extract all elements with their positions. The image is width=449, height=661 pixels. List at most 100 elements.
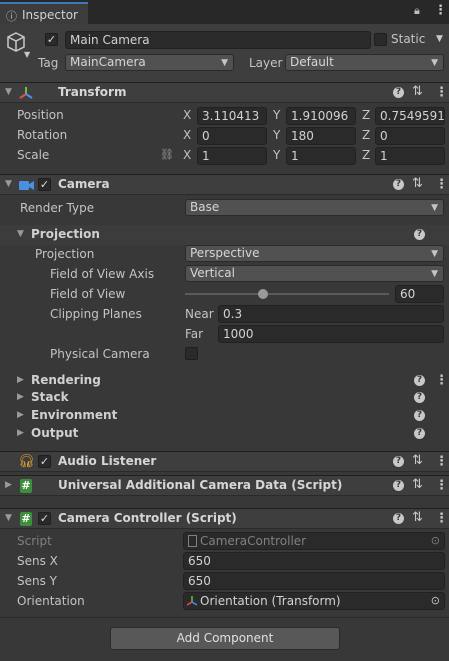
transform-header[interactable]: ▼ Transform ? ⇅ ⋮ bbox=[0, 82, 449, 103]
far-field[interactable]: 1000 bbox=[218, 325, 444, 343]
position-x-label[interactable]: X bbox=[183, 108, 191, 122]
expand-arrow-icon[interactable]: ▼ bbox=[5, 87, 12, 97]
component-menu-icon[interactable]: ⋮ bbox=[435, 479, 448, 492]
sens-x-field[interactable]: 650 bbox=[183, 552, 445, 570]
position-z-field[interactable]: 0.7549591 bbox=[375, 107, 445, 125]
static-checkbox[interactable] bbox=[374, 33, 387, 46]
component-menu-icon[interactable]: ⋮ bbox=[435, 178, 448, 191]
expand-arrow-icon[interactable]: ▼ bbox=[5, 513, 12, 523]
rotation-x-label[interactable]: X bbox=[183, 128, 191, 142]
help-icon[interactable]: ? bbox=[414, 392, 425, 403]
physical-camera-checkbox[interactable] bbox=[185, 347, 198, 360]
rotation-x-field[interactable]: 0 bbox=[197, 127, 267, 145]
near-field[interactable]: 0.3 bbox=[218, 305, 444, 323]
expand-arrow-icon[interactable]: ▼ bbox=[17, 229, 24, 239]
help-icon[interactable]: ? bbox=[393, 480, 404, 491]
environment-section-title: Environment bbox=[31, 408, 118, 422]
position-y-field[interactable]: 1.910096 bbox=[286, 107, 356, 125]
fov-field[interactable]: 60 bbox=[395, 285, 444, 303]
fov-slider-thumb[interactable] bbox=[257, 289, 268, 299]
tab-inspector[interactable]: ⓘ Inspector bbox=[0, 2, 88, 24]
position-label: Position bbox=[17, 108, 64, 122]
render-type-dropdown[interactable]: Base ▼ bbox=[185, 199, 444, 216]
projection-section-title: Projection bbox=[31, 227, 100, 241]
tab-menu-icon[interactable]: ⋮ bbox=[434, 4, 447, 17]
lock-icon[interactable]: 🔒︎ bbox=[414, 4, 420, 18]
presets-icon[interactable]: ⇅ bbox=[412, 511, 423, 524]
scale-z-field[interactable]: 1 bbox=[375, 147, 445, 165]
icon-dropdown-arrow-icon[interactable]: ▼ bbox=[24, 50, 30, 59]
component-menu-icon[interactable]: ⋮ bbox=[435, 455, 448, 468]
help-icon[interactable]: ? bbox=[393, 87, 404, 98]
urp-camera-data-title: Universal Additional Camera Data (Script… bbox=[58, 478, 343, 492]
presets-icon[interactable]: ⇅ bbox=[412, 454, 423, 467]
script-file-icon bbox=[188, 535, 197, 547]
near-label: Near bbox=[185, 307, 214, 321]
collapsed-arrow-icon[interactable]: ▶ bbox=[17, 392, 24, 402]
component-menu-icon[interactable]: ⋮ bbox=[435, 86, 448, 99]
camera-enabled-checkbox[interactable]: ✓ bbox=[38, 178, 51, 191]
audio-listener-checkbox[interactable]: ✓ bbox=[38, 455, 51, 468]
link-scale-icon[interactable]: ⛓ bbox=[160, 148, 174, 161]
section-menu-icon[interactable]: ⋮ bbox=[435, 374, 448, 387]
sens-y-field[interactable]: 650 bbox=[183, 572, 445, 590]
urp-camera-data-header[interactable]: ▶ # Universal Additional Camera Data (Sc… bbox=[0, 475, 449, 496]
object-name-field[interactable]: Main Camera bbox=[65, 31, 371, 49]
help-icon[interactable]: ? bbox=[393, 179, 404, 190]
help-icon[interactable]: ? bbox=[393, 513, 404, 524]
component-menu-icon[interactable]: ⋮ bbox=[435, 512, 448, 525]
projection-value: Perspective bbox=[190, 246, 260, 260]
fov-label: Field of View bbox=[50, 287, 126, 301]
tag-dropdown[interactable]: MainCamera ▼ bbox=[65, 54, 234, 71]
output-section-header[interactable]: ▶ Output ? bbox=[0, 425, 449, 443]
projection-section-header[interactable]: ▼ Projection ? bbox=[0, 225, 449, 245]
help-icon[interactable]: ? bbox=[414, 428, 425, 439]
rotation-y-field[interactable]: 180 bbox=[286, 127, 356, 145]
active-checkbox[interactable]: ✓ bbox=[45, 33, 58, 46]
help-icon[interactable]: ? bbox=[414, 229, 425, 240]
static-dropdown-icon[interactable]: ▼ bbox=[436, 34, 443, 44]
layer-dropdown[interactable]: Default ▼ bbox=[285, 54, 444, 71]
position-z-label[interactable]: Z bbox=[362, 108, 370, 122]
orientation-value: Orientation (Transform) bbox=[200, 594, 341, 608]
camera-controller-header[interactable]: ▼ # ✓ Camera Controller (Script) ? ⇅ ⋮ bbox=[0, 508, 449, 529]
chevron-down-icon: ▼ bbox=[431, 203, 438, 213]
presets-icon[interactable]: ⇅ bbox=[412, 85, 423, 98]
rotation-z-field[interactable]: 0 bbox=[375, 127, 445, 145]
orientation-field[interactable]: Orientation (Transform) ⊙ bbox=[183, 592, 445, 610]
expand-arrow-icon[interactable]: ▼ bbox=[5, 179, 12, 189]
fov-slider-track[interactable] bbox=[185, 293, 389, 295]
rotation-y-label[interactable]: Y bbox=[273, 128, 280, 142]
presets-icon[interactable]: ⇅ bbox=[412, 478, 423, 491]
collapsed-arrow-icon[interactable]: ▶ bbox=[17, 428, 24, 438]
expand-arrow-icon[interactable]: ▶ bbox=[5, 480, 12, 490]
rendering-section-header[interactable]: ▶ Rendering ? ⋮ bbox=[0, 371, 449, 391]
scale-x-field[interactable]: 1 bbox=[197, 147, 267, 165]
audio-listener-header[interactable]: 🎧︎ ✓ Audio Listener ? ⇅ ⋮ bbox=[0, 451, 449, 472]
scale-y-label[interactable]: Y bbox=[273, 148, 280, 162]
rotation-label: Rotation bbox=[17, 128, 68, 142]
camera-controller-checkbox[interactable]: ✓ bbox=[38, 512, 51, 525]
collapsed-arrow-icon[interactable]: ▶ bbox=[17, 410, 24, 420]
object-picker-icon[interactable]: ⊙ bbox=[431, 593, 440, 609]
collapsed-arrow-icon[interactable]: ▶ bbox=[17, 375, 24, 385]
scale-y-field[interactable]: 1 bbox=[286, 147, 356, 165]
rotation-z-label[interactable]: Z bbox=[362, 128, 370, 142]
stack-section-header[interactable]: ▶ Stack ? bbox=[0, 389, 449, 407]
environment-section-header[interactable]: ▶ Environment ? bbox=[0, 407, 449, 425]
position-x-field[interactable]: 3.110413 bbox=[197, 107, 267, 125]
projection-dropdown[interactable]: Perspective ▼ bbox=[185, 245, 444, 262]
add-component-button[interactable]: Add Component bbox=[110, 627, 340, 650]
camera-header[interactable]: ▼ ✓ Camera ? ⇅ ⋮ bbox=[0, 174, 449, 195]
help-icon[interactable]: ? bbox=[393, 456, 404, 467]
fov-axis-label: Field of View Axis bbox=[50, 267, 155, 281]
presets-icon[interactable]: ⇅ bbox=[412, 177, 423, 190]
position-y-label[interactable]: Y bbox=[273, 108, 280, 122]
fov-axis-dropdown[interactable]: Vertical ▼ bbox=[185, 265, 444, 282]
scale-x-label[interactable]: X bbox=[183, 148, 191, 162]
scale-z-label[interactable]: Z bbox=[362, 148, 370, 162]
help-icon[interactable]: ? bbox=[414, 410, 425, 421]
tag-value: MainCamera bbox=[70, 55, 146, 69]
chevron-down-icon: ▼ bbox=[221, 58, 228, 68]
help-icon[interactable]: ? bbox=[414, 375, 425, 386]
